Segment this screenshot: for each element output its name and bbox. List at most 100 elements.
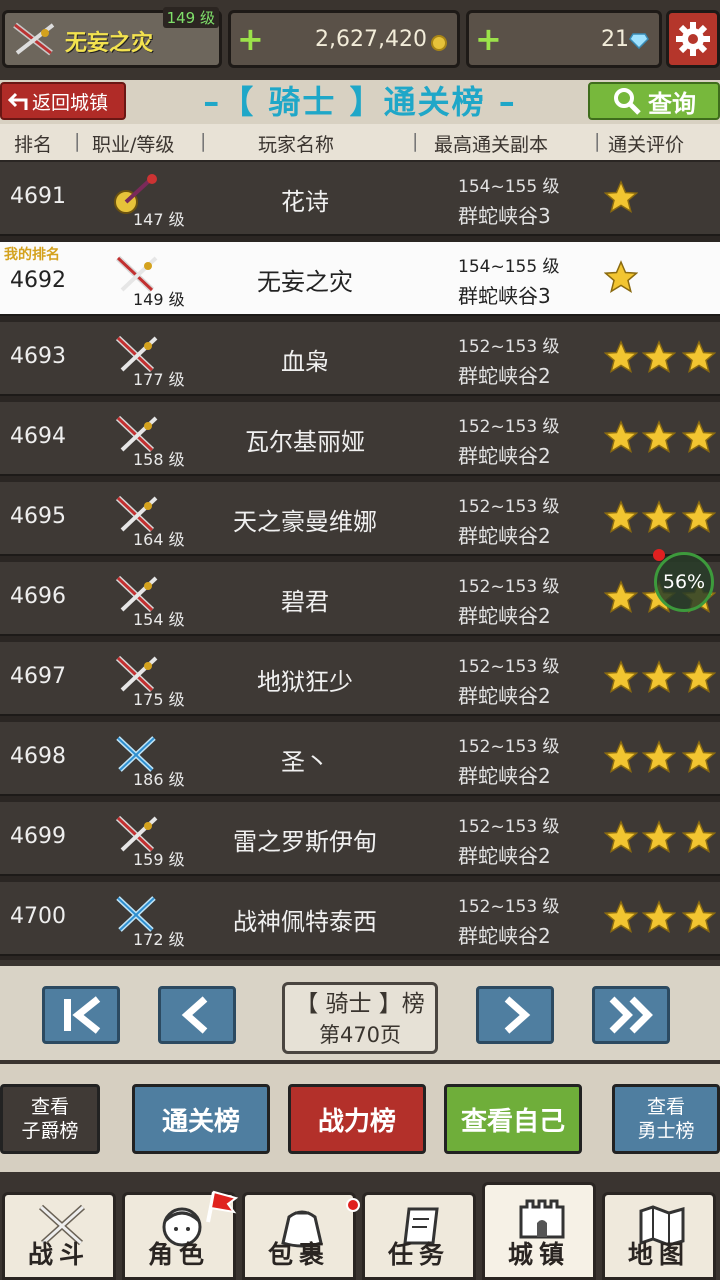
star-icon (642, 820, 676, 854)
page-number: 第470页 (318, 1023, 402, 1047)
table-row[interactable]: 4698 186 级 圣丶 152~153 级群蛇峡谷2 (0, 720, 720, 796)
rank-number: 4695 (10, 504, 66, 529)
bottom-nav: 战斗 角色 包裹 任务 城镇 地图 (0, 1172, 720, 1280)
rank-number: 4693 (10, 344, 66, 369)
table-row[interactable]: 4691 147 级 花诗 154~155 级群蛇峡谷3 (0, 160, 720, 236)
table-row[interactable]: 4696 154 级 碧君 152~153 级群蛇峡谷2 (0, 560, 720, 636)
title-bar: 返回城镇 –【 骑士 】通关榜 – 查询 (0, 80, 720, 124)
diamond-icon (629, 33, 649, 49)
dungeon-level-range: 152~153 级 (458, 337, 560, 357)
rank-number: 4700 (10, 904, 66, 929)
player-level: 186 级 (133, 770, 185, 789)
nav-battle[interactable]: 战斗 (2, 1192, 116, 1280)
col-divider: | (74, 130, 81, 152)
view-self-button[interactable]: 查看自己 (444, 1084, 582, 1154)
star-icon (682, 340, 716, 374)
clear-rating (604, 500, 718, 536)
add-gem-button[interactable]: + (475, 23, 502, 55)
nav-inventory[interactable]: 包裹 (242, 1192, 356, 1280)
rank-number: 4692 (10, 268, 66, 293)
table-row[interactable]: 4695 164 级 天之豪曼维娜 152~153 级群蛇峡谷2 (0, 480, 720, 556)
tab-power-board[interactable]: 战力榜 (288, 1084, 426, 1154)
next-page-button[interactable] (476, 986, 554, 1044)
star-icon (682, 420, 716, 454)
player-info-panel[interactable]: 无妄之灾 149 级 (2, 7, 222, 68)
board-tabs: 查看 子爵榜 通关榜 战力榜 查看自己 查看 勇士榜 (0, 1060, 720, 1172)
gem-panel: + 21 (466, 10, 662, 68)
star-icon (604, 900, 638, 934)
dungeon-level-range: 152~153 级 (458, 577, 560, 597)
view-baron-board-button[interactable]: 查看 子爵榜 (0, 1084, 100, 1154)
settings-button[interactable] (666, 10, 720, 68)
add-gold-button[interactable]: + (237, 23, 264, 55)
chevron-left-icon (181, 996, 208, 1034)
col-divider: | (594, 130, 601, 152)
nav-character-label: 角色 (147, 1240, 210, 1269)
star-icon (604, 180, 638, 214)
page-title: –【 骑士 】通关榜 – (203, 83, 517, 121)
dungeon-level-range: 152~153 级 (458, 417, 560, 437)
table-row[interactable]: 4693 177 级 血枭 152~153 级群蛇峡谷2 (0, 320, 720, 396)
star-icon (604, 500, 638, 534)
player-level: 164 级 (133, 530, 185, 549)
dungeon-name: 群蛇峡谷2 (458, 444, 551, 468)
view-warrior-board-button[interactable]: 查看 勇士榜 (612, 1084, 720, 1154)
dungeon-level-range: 152~153 级 (458, 817, 560, 837)
star-icon (604, 260, 638, 294)
nav-inventory-label: 包裹 (267, 1240, 330, 1269)
player-name: 无妄之灾 (65, 31, 154, 56)
nav-town-label: 城镇 (507, 1240, 570, 1269)
player-level: 175 级 (133, 690, 185, 709)
dungeon-level-range: 154~155 级 (458, 177, 560, 197)
rank-number: 4697 (10, 664, 66, 689)
table-row[interactable]: 4700 172 级 战神佩特泰西 152~153 级群蛇峡谷2 (0, 880, 720, 956)
player-level: 159 级 (133, 850, 185, 869)
star-icon (604, 660, 638, 694)
progress-badge[interactable]: 56% (653, 549, 714, 612)
progress-percent: 56% (662, 571, 706, 593)
player-level: 147 级 (133, 210, 185, 229)
clear-rating (604, 740, 718, 776)
nav-town[interactable]: 城镇 (482, 1182, 596, 1280)
dungeon-level-range: 152~153 级 (458, 657, 560, 677)
star-icon (604, 340, 638, 374)
player-name: 战神佩特泰西 (233, 908, 377, 936)
first-page-button[interactable] (42, 986, 120, 1044)
last-page-button[interactable] (592, 986, 670, 1044)
star-icon (682, 740, 716, 774)
clear-rating (604, 340, 718, 376)
gold-coin-icon (431, 35, 447, 51)
star-icon (682, 900, 716, 934)
castle-icon (519, 1199, 565, 1239)
table-row[interactable]: 4694 158 级 瓦尔基丽娅 152~153 级群蛇峡谷2 (0, 400, 720, 476)
search-icon (614, 88, 641, 115)
dungeon-level-range: 152~153 级 (458, 497, 560, 517)
red-flag-icon (206, 1190, 239, 1223)
star-icon (642, 420, 676, 454)
my-rank-row[interactable]: 我的排名 4692 149 级 无妄之灾 154~155 级群蛇峡谷3 (0, 240, 720, 316)
dungeon-level-range: 152~153 级 (458, 897, 560, 917)
star-icon (604, 420, 638, 454)
gem-amount: 21 (601, 27, 629, 52)
star-icon (604, 820, 638, 854)
my-rank-tag: 我的排名 (4, 247, 60, 263)
table-row[interactable]: 4697 175 级 地狱狂少 152~153 级群蛇峡谷2 (0, 640, 720, 716)
table-row[interactable]: 4699 159 级 雷之罗斯伊甸 152~153 级群蛇峡谷2 (0, 800, 720, 876)
player-level: 154 级 (133, 610, 185, 629)
back-to-town-button[interactable]: 返回城镇 (0, 82, 126, 120)
star-icon (642, 660, 676, 694)
prev-page-button[interactable] (158, 986, 236, 1044)
dungeon-name: 群蛇峡谷3 (458, 284, 551, 308)
board-name: 【 骑士 】榜 (295, 991, 425, 1017)
search-button[interactable]: 查询 (588, 82, 720, 120)
ranking-list[interactable]: 4691 147 级花诗 154~155 级群蛇峡谷3 我的排名 4692 149 级无妄… (0, 160, 720, 960)
double-chevron-right-icon (609, 996, 653, 1034)
col-rank: 排名 (14, 134, 53, 156)
return-arrow-icon (7, 92, 28, 110)
dungeon-name: 群蛇峡谷3 (458, 204, 551, 228)
star-icon (682, 500, 716, 534)
player-name: 血枭 (281, 348, 329, 376)
nav-quest[interactable]: 任务 (362, 1192, 476, 1280)
tab-clear-board[interactable]: 通关榜 (132, 1084, 270, 1154)
nav-map[interactable]: 地图 (602, 1192, 716, 1280)
